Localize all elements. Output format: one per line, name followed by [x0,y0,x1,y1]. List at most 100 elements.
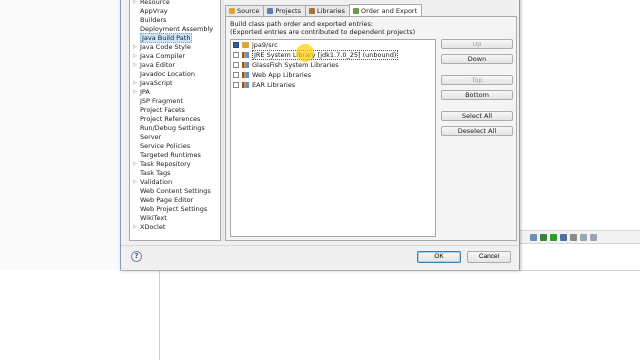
expand-arrow-icon[interactable]: ▷ [133,52,137,61]
tree-item[interactable]: Project Facets [130,106,220,115]
export-checkbox[interactable] [233,52,239,58]
entry-label: GlassFish System Libraries [252,61,339,69]
entry-label: jpa9/src [252,41,278,49]
up-button[interactable]: Up [441,39,513,49]
expand-arrow-icon[interactable]: ▷ [133,223,137,232]
order-export-icon [353,7,360,14]
bottom-button[interactable]: Bottom [441,90,513,100]
tab-order-and-export[interactable]: Order and Export [349,4,423,16]
tree-item-label: Server [140,133,162,141]
tree-item-label: Targeted Runtimes [140,151,201,159]
list-item[interactable]: EAR Libraries [231,80,435,90]
tree-item[interactable]: Server [130,133,220,142]
background-editor-area [520,0,640,360]
source-folder-icon [242,42,249,48]
list-item[interactable]: Web App Libraries [231,70,435,80]
tree-item-label: AppVray [140,7,168,15]
tree-item[interactable]: Targeted Runtimes [130,151,220,160]
tree-item[interactable]: ▷ Java Editor [130,61,220,70]
export-checkbox[interactable] [233,62,239,68]
tree-item[interactable]: ▷ Java Compiler [130,52,220,61]
console-icon[interactable] [530,233,537,241]
tree-item[interactable]: ▷ JavaScript [130,79,220,88]
build-path-tabs: Source Projects Libraries Order and Export [225,4,423,16]
tree-item[interactable]: Builders [130,16,220,25]
tree-item[interactable]: Web Content Settings [130,187,220,196]
export-checkbox[interactable] [233,82,239,88]
expand-arrow-icon[interactable]: ▷ [133,79,137,88]
tree-item[interactable]: WikiText [130,214,220,223]
expand-arrow-icon[interactable]: ▷ [133,88,137,97]
property-page-tree[interactable]: ▷ Resource AppVray Builders Deployment Assem… [129,0,221,241]
entry-label: Web App Libraries [252,71,312,79]
tab-source[interactable]: Source [225,5,265,16]
tree-item-label: Web Content Settings [140,187,211,195]
tree-item[interactable]: Run/Debug Settings [130,124,220,133]
tree-item[interactable]: Task Tags [130,169,220,178]
library-icon [242,72,249,78]
tree-item[interactable]: AppVray [130,7,220,16]
splitter[interactable] [222,0,224,241]
tree-item-label: Run/Debug Settings [140,124,205,132]
tree-item-label: Javadoc Location [140,70,195,78]
description-line-1: Build class path order and exported entr… [230,20,374,28]
tree-item[interactable]: Java Build Path [130,33,220,43]
top-button[interactable]: Top [441,75,513,85]
down-button[interactable]: Down [441,54,513,64]
entry-label: JRE System Library [jdk1.7.0_25] (unboun… [252,50,399,60]
tree-item[interactable]: ▷ Validation [130,178,220,187]
ok-button[interactable]: OK [417,251,461,263]
expand-arrow-icon[interactable]: ▷ [133,61,137,70]
minimize-icon[interactable] [580,233,587,241]
order-buttons: Up Down Top Bottom Select All Deselect A… [441,39,513,141]
background-lower-panel [0,270,160,360]
maximize-icon[interactable] [590,233,597,241]
run-icon[interactable] [550,233,557,241]
tree-item[interactable]: Javadoc Location [130,70,220,79]
tree-item[interactable]: ▷ Resource [130,0,220,7]
expand-arrow-icon[interactable]: ▷ [133,43,137,52]
tree-item[interactable]: ▷ XDoclet [130,223,220,232]
tree-item[interactable]: Service Policies [130,142,220,151]
tree-item[interactable]: ▷ Task Repository [130,160,220,169]
tab-projects[interactable]: Projects [263,5,306,16]
deselect-all-button[interactable]: Deselect All [441,126,513,136]
export-checkbox[interactable] [233,42,239,48]
list-item[interactable]: GlassFish System Libraries [231,60,435,70]
tree-item-label: XDoclet [140,223,166,231]
cancel-button[interactable]: Cancel [467,251,511,263]
profile-icon[interactable] [560,233,567,241]
tab-label: Libraries [316,7,346,15]
stop-icon[interactable] [570,233,577,241]
tree-item-label: Java Build Path [140,33,193,43]
tree-item[interactable]: JSP Fragment [130,97,220,106]
projects-icon [267,8,274,14]
expand-arrow-icon[interactable]: ▷ [133,178,137,187]
view-toolbar [520,230,640,244]
dialog-footer: ? OK Cancel [121,245,519,270]
tree-item[interactable]: ▷ Java Code Style [130,43,220,52]
tree-item-label: Task Repository [140,160,191,168]
debug-icon[interactable] [540,233,547,241]
source-folder-icon [229,8,235,14]
expand-arrow-icon[interactable]: ▷ [133,160,137,169]
tab-libraries[interactable]: Libraries [304,5,351,16]
list-item[interactable]: JRE System Library [jdk1.7.0_25] (unboun… [231,44,435,62]
tree-item-label: Resource [140,0,170,6]
select-all-button[interactable]: Select All [441,111,513,121]
tree-item-label: JavaScript [140,79,173,87]
list-item[interactable]: jpa9/src [231,40,435,50]
tree-item-label: Java Code Style [140,43,191,51]
tree-item-label: JPA [140,88,150,96]
tree-item[interactable]: Project References [130,115,220,124]
tree-item-label: Deployment Assembly [140,25,214,33]
tree-item[interactable]: Web Project Settings [130,205,220,214]
tree-item[interactable]: ▷ JPA [130,88,220,97]
expand-arrow-icon[interactable]: ▷ [133,0,137,7]
tree-item-label: Project References [140,115,201,123]
help-icon[interactable]: ? [131,251,142,262]
tree-item[interactable]: Web Page Editor [130,196,220,205]
export-checkbox[interactable] [233,72,239,78]
classpath-entries-list[interactable]: jpa9/src JRE System Library [jdk1.7.0_25]… [230,39,436,237]
tree-item-label: Builders [140,16,167,24]
